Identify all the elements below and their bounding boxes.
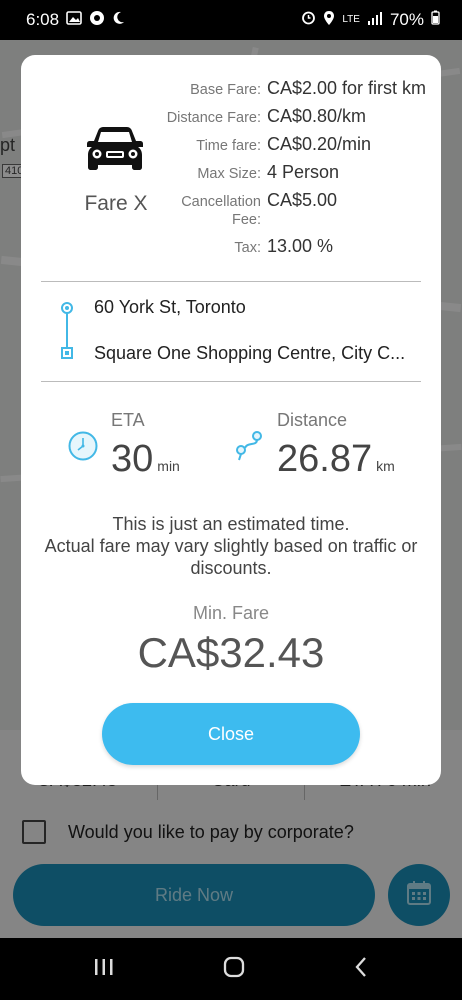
recent-apps-icon[interactable]	[93, 957, 115, 982]
divider	[41, 281, 421, 282]
distance-value: 26.87 km	[277, 438, 395, 481]
eta-value: 30 min	[111, 438, 180, 481]
network-type: LTE	[342, 14, 360, 25]
distance-unit: km	[376, 458, 395, 474]
estimate-note-line-1: This is just an estimated time.	[112, 514, 350, 534]
fare-value: CA$5.00	[267, 190, 338, 210]
back-icon[interactable]	[353, 955, 369, 984]
fare-label: Distance Fare:	[166, 110, 261, 126]
dropoff-address: Square One Shopping Centre, City C...	[94, 343, 406, 363]
distance-label: Distance	[277, 410, 348, 430]
fare-row-cancellation: Cancellation Fee: CA$5.00	[161, 189, 431, 229]
fare-value: 13.00 %	[267, 236, 334, 256]
home-icon[interactable]	[222, 955, 246, 984]
route-connector	[66, 309, 68, 347]
fare-row-distance: Distance Fare: CA$0.80/km	[161, 105, 431, 127]
pickup-marker-icon	[61, 302, 73, 314]
pickup-address: 60 York St, Toronto	[94, 297, 246, 317]
fare-label: Tax:	[234, 240, 261, 256]
min-fare-label: Min. Fare	[192, 603, 270, 623]
signal-icon	[367, 10, 383, 30]
status-time: 6:08	[26, 10, 60, 29]
min-fare-value: CA$32.43	[137, 629, 325, 676]
chat-bubble-icon	[89, 10, 105, 31]
eta-number: 30	[111, 438, 154, 480]
moon-icon	[112, 10, 125, 30]
fare-value: 4 Person	[267, 162, 340, 182]
eta-label: ETA	[111, 410, 145, 430]
fare-row-max-size: Max Size: 4 Person	[161, 161, 431, 183]
fare-value: CA$0.80/km	[267, 106, 367, 126]
fare-label: Base Fare:	[190, 82, 261, 98]
estimate-note: This is just an estimated time. Actual f…	[21, 513, 441, 579]
fare-value: CA$2.00 for first km	[267, 78, 427, 98]
battery-icon	[431, 10, 440, 30]
status-bar: 6:08 LTE 70%	[0, 0, 462, 40]
fare-row-tax: Tax: 13.00 %	[161, 235, 431, 257]
fare-value: CA$0.20/min	[267, 134, 372, 154]
fare-row-base: Base Fare: CA$2.00 for first km	[161, 77, 431, 99]
estimate-note-line-2: Actual fare may vary slightly based on t…	[44, 536, 418, 578]
fare-label: Cancellation Fee:	[181, 194, 261, 228]
dropoff-marker-icon	[61, 347, 73, 359]
eta-unit: min	[157, 458, 180, 474]
clock-icon	[67, 430, 99, 467]
location-icon	[323, 10, 335, 31]
fare-label: Max Size:	[197, 166, 261, 182]
divider	[41, 381, 421, 382]
close-button[interactable]: Close	[102, 703, 360, 765]
fare-label: Time fare:	[196, 138, 261, 154]
navigation-bar	[0, 938, 462, 1000]
fare-breakdown: Base Fare: CA$2.00 for first km Distance…	[161, 77, 431, 263]
fare-row-time: Time fare: CA$0.20/min	[161, 133, 431, 155]
gallery-icon	[66, 10, 82, 30]
distance-number: 26.87	[277, 438, 373, 480]
alarm-icon	[301, 10, 316, 30]
fare-details-dialog: Fare X Base Fare: CA$2.00 for first km D…	[21, 55, 441, 785]
battery-percent: 70%	[389, 10, 424, 29]
route-icon	[233, 430, 265, 467]
